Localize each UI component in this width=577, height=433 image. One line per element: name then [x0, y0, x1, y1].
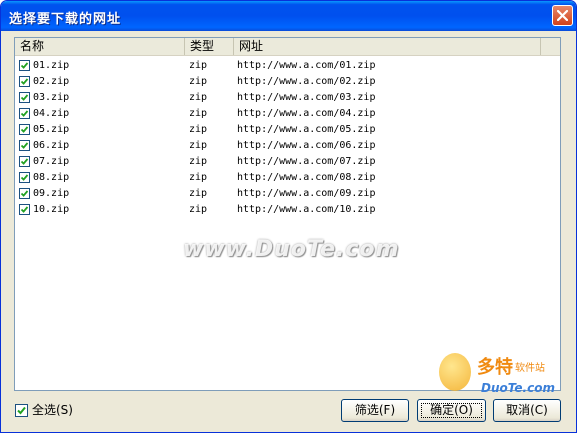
select-all-label: 全选(S) [32, 403, 73, 417]
row-checkbox[interactable] [19, 108, 30, 119]
column-header-type[interactable]: 类型 [185, 38, 234, 55]
row-checkbox[interactable] [19, 140, 30, 151]
row-url: http://www.a.com/03.zip [237, 92, 376, 103]
close-button[interactable] [552, 5, 573, 26]
list-row[interactable]: 07.zip zip http://www.a.com/07.zip [15, 154, 560, 170]
row-checkbox[interactable] [19, 156, 30, 167]
row-type: zip [189, 76, 208, 87]
checkmark-icon [17, 406, 26, 415]
list-row[interactable]: 01.zip zip http://www.a.com/01.zip [15, 58, 560, 74]
column-header-name[interactable]: 名称 [15, 38, 185, 55]
mascot-icon [439, 353, 471, 391]
focus-rect [421, 403, 482, 418]
row-name: 06.zip [33, 140, 70, 151]
select-all-check-box[interactable] [15, 404, 28, 417]
list-row[interactable]: 05.zip zip http://www.a.com/05.zip [15, 122, 560, 138]
row-name: 01.zip [33, 60, 70, 71]
filter-button[interactable]: 筛选(F) [341, 399, 409, 422]
row-url: http://www.a.com/08.zip [237, 172, 376, 183]
window-title: 选择要下载的网址 [9, 12, 122, 27]
row-type: zip [189, 92, 208, 103]
list-row[interactable]: 04.zip zip http://www.a.com/04.zip [15, 106, 560, 122]
row-checkbox[interactable] [19, 60, 30, 71]
row-type: zip [189, 140, 208, 151]
row-name: 10.zip [33, 204, 70, 215]
title-bar[interactable]: 选择要下载的网址 [1, 1, 576, 31]
checkmark-icon [20, 142, 29, 149]
url-list[interactable]: 名称 类型 网址 01.zip zip http://www.a.com/01.zi… [14, 37, 561, 391]
list-row[interactable]: 03.zip zip http://www.a.com/03.zip [15, 90, 560, 106]
list-row[interactable]: 06.zip zip http://www.a.com/06.zip [15, 138, 560, 154]
row-url: http://www.a.com/04.zip [237, 108, 376, 119]
row-type: zip [189, 108, 208, 119]
watermark: www.DuoTe.com [183, 237, 400, 262]
row-checkbox[interactable] [19, 76, 30, 87]
row-type: zip [189, 124, 208, 135]
list-row[interactable]: 09.zip zip http://www.a.com/09.zip [15, 186, 560, 202]
list-header: 名称 类型 网址 [15, 38, 560, 56]
checkmark-icon [20, 62, 29, 69]
checkmark-icon [20, 126, 29, 133]
logo-text-cn: 多特 [477, 357, 513, 378]
row-url: http://www.a.com/05.zip [237, 124, 376, 135]
row-url: http://www.a.com/02.zip [237, 76, 376, 87]
row-type: zip [189, 156, 208, 167]
row-name: 07.zip [33, 156, 70, 167]
column-header-url[interactable]: 网址 [234, 38, 541, 55]
row-url: http://www.a.com/09.zip [237, 188, 376, 199]
row-url: http://www.a.com/06.zip [237, 140, 376, 151]
checkmark-icon [20, 174, 29, 181]
row-name: 02.zip [33, 76, 70, 87]
row-checkbox[interactable] [19, 172, 30, 183]
row-checkbox[interactable] [19, 124, 30, 135]
row-type: zip [189, 204, 208, 215]
row-url: http://www.a.com/01.zip [237, 60, 376, 71]
row-checkbox[interactable] [19, 204, 30, 215]
row-name: 08.zip [33, 172, 70, 183]
logo-text-sub: 软件站 [515, 363, 545, 374]
row-type: zip [189, 172, 208, 183]
row-checkbox[interactable] [19, 188, 30, 199]
site-logo: 多特 软件站 DuoTe.com [439, 353, 575, 403]
row-url: http://www.a.com/10.zip [237, 204, 376, 215]
checkmark-icon [20, 78, 29, 85]
row-type: zip [189, 188, 208, 199]
row-url: http://www.a.com/07.zip [237, 156, 376, 167]
checkmark-icon [20, 190, 29, 197]
checkmark-icon [20, 158, 29, 165]
logo-text-en: DuoTe.com [481, 381, 555, 395]
checkmark-icon [20, 94, 29, 101]
row-checkbox[interactable] [19, 92, 30, 103]
close-icon [557, 10, 568, 21]
row-name: 09.zip [33, 188, 70, 199]
list-row[interactable]: 02.zip zip http://www.a.com/02.zip [15, 74, 560, 90]
checkmark-icon [20, 206, 29, 213]
row-type: zip [189, 60, 208, 71]
row-name: 05.zip [33, 124, 70, 135]
checkmark-icon [20, 110, 29, 117]
dialog-window: 选择要下载的网址 名称 类型 网址 01.zip zip http://www.a.… [0, 0, 577, 433]
list-row[interactable]: 10.zip zip http://www.a.com/10.zip [15, 202, 560, 218]
row-name: 03.zip [33, 92, 70, 103]
list-row[interactable]: 08.zip zip http://www.a.com/08.zip [15, 170, 560, 186]
row-name: 04.zip [33, 108, 70, 119]
